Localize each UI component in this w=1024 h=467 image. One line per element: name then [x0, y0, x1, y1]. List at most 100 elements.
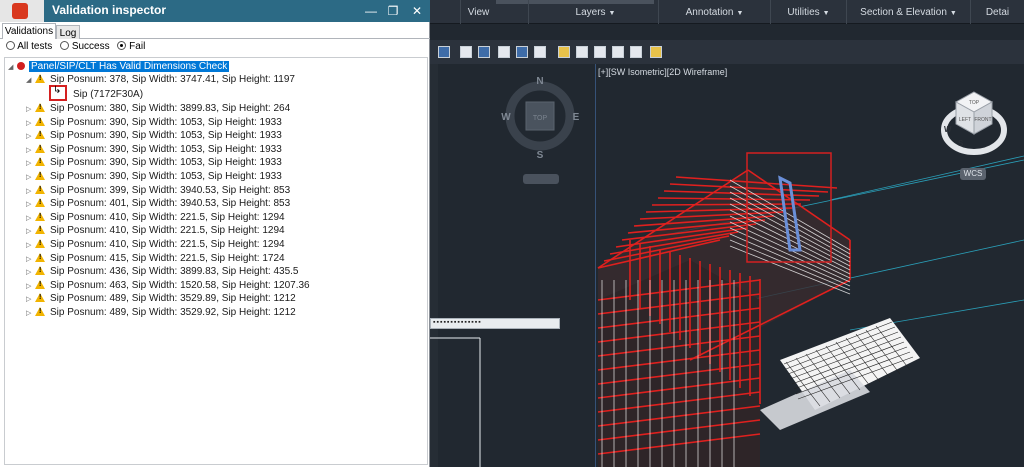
- expand-arrow-icon[interactable]: ▷: [26, 266, 35, 279]
- tree-item-label: Sip Posnum: 401, Sip Width: 3940.53, Sip…: [50, 198, 291, 210]
- tree-item-label: Sip Posnum: 436, Sip Width: 3899.83, Sip…: [50, 266, 299, 278]
- tree-item[interactable]: ▷ Sip Posnum: 489, Sip Width: 3529.89, Si…: [26, 292, 296, 305]
- warning-icon: [35, 143, 45, 153]
- compass-west: W: [501, 112, 511, 123]
- radio-selected-icon: [117, 41, 127, 50]
- viewcube-west: W: [944, 125, 952, 134]
- tree-item[interactable]: ▷ Sip Posnum: 415, Sip Width: 221.5, Sip …: [26, 252, 285, 265]
- warning-icon: [35, 252, 45, 262]
- tree-item[interactable]: ▷ Sip Posnum: 390, Sip Width: 1053, Sip H…: [26, 156, 282, 169]
- collapse-arrow-icon[interactable]: ◢: [26, 74, 35, 87]
- expand-arrow-icon[interactable]: ▷: [26, 253, 35, 266]
- expand-arrow-icon[interactable]: ▷: [26, 103, 35, 116]
- compass-north: N: [536, 76, 543, 87]
- tree-item[interactable]: ▷ Sip Posnum: 410, Sip Width: 221.5, Sip …: [26, 211, 285, 224]
- tab-validations[interactable]: Validations: [2, 23, 56, 39]
- tree-item[interactable]: ▷ Sip Posnum: 410, Sip Width: 221.5, Sip …: [26, 238, 285, 251]
- tree-item-label: Sip Posnum: 380, Sip Width: 3899.83, Sip…: [50, 103, 291, 114]
- tree-item[interactable]: ▷ Sip Posnum: 390, Sip Width: 1053, Sip H…: [26, 129, 282, 142]
- warning-icon: [35, 184, 45, 194]
- filter-fail[interactable]: Fail: [117, 41, 145, 52]
- close-button[interactable]: ✕: [406, 0, 428, 22]
- radio-icon: [60, 41, 70, 50]
- tree-item[interactable]: ▷ Sip Posnum: 390, Sip Width: 1053, Sip H…: [26, 143, 282, 156]
- expand-arrow-icon[interactable]: ▷: [26, 185, 35, 198]
- tree-item-label: Sip Posnum: 390, Sip Width: 1053, Sip He…: [50, 116, 282, 128]
- expand-arrow-icon[interactable]: ▷: [26, 157, 35, 170]
- warning-icon: [35, 211, 45, 221]
- warning-icon: [35, 157, 45, 167]
- title-bar[interactable]: Validation inspector — ❐ ✕: [0, 0, 430, 22]
- tree-item-label: Sip Posnum: 390, Sip Width: 1053, Sip He…: [50, 171, 282, 182]
- expand-arrow-icon[interactable]: ▷: [26, 171, 35, 184]
- restore-button[interactable]: ❐: [382, 0, 404, 22]
- tab-bar: Validations Log: [0, 22, 430, 39]
- tree-item-label: Sip Posnum: 390, Sip Width: 1053, Sip He…: [50, 130, 282, 142]
- tree-item-label: Sip Posnum: 390, Sip Width: 1053, Sip He…: [50, 157, 282, 169]
- tree-item[interactable]: ▷ Sip Posnum: 390, Sip Width: 1053, Sip H…: [26, 116, 282, 129]
- tree-item[interactable]: ▷ Sip Posnum: 399, Sip Width: 3940.53, Si…: [26, 184, 290, 197]
- warning-icon: [35, 198, 45, 208]
- tab-log[interactable]: Log: [56, 25, 80, 39]
- warning-icon: [35, 116, 45, 126]
- expand-arrow-icon[interactable]: ▷: [26, 280, 35, 293]
- warning-icon: [35, 307, 45, 316]
- viewcube-south: S: [958, 139, 964, 148]
- navigation-compass[interactable]: TOP N S W E: [500, 72, 580, 182]
- expand-arrow-icon[interactable]: ▷: [26, 293, 35, 306]
- expand-arrow-icon[interactable]: ▷: [26, 198, 35, 211]
- filter-success[interactable]: Success: [60, 41, 110, 52]
- tree-item[interactable]: ▷ Sip Posnum: 380, Sip Width: 3899.83, Si…: [26, 102, 290, 115]
- expand-arrow-icon[interactable]: ▷: [26, 130, 35, 143]
- collapse-arrow-icon[interactable]: ◢: [8, 61, 17, 74]
- tree-item-label: Sip Posnum: 415, Sip Width: 221.5, Sip H…: [50, 252, 285, 264]
- error-icon: [17, 62, 25, 70]
- minimize-button[interactable]: —: [360, 0, 382, 22]
- warning-icon: [35, 171, 45, 180]
- compass-south: S: [537, 150, 544, 161]
- tree-item[interactable]: ▷ Sip Posnum: 401, Sip Width: 3940.53, Si…: [26, 197, 290, 210]
- tree-root-label: Panel/SIP/CLT Has Valid Dimensions Check: [29, 61, 230, 72]
- tree-item[interactable]: ▷ Sip Posnum: 463, Sip Width: 1520.58, Si…: [26, 279, 310, 292]
- warning-icon: [35, 293, 45, 303]
- return-arrow-icon: ↳: [53, 85, 62, 96]
- warning-icon: [35, 266, 45, 276]
- select-object-button[interactable]: ↳: [49, 85, 67, 101]
- wcs-menu-button[interactable]: [523, 174, 559, 184]
- tree-item[interactable]: ▷ Sip Posnum: 436, Sip Width: 3899.83, Si…: [26, 265, 299, 278]
- viewcube[interactable]: TOP LEFT FRONT W S: [938, 84, 1018, 164]
- expand-arrow-icon[interactable]: ▷: [26, 225, 35, 238]
- app-logo-icon: [12, 3, 28, 19]
- tree-item-label: Sip Posnum: 489, Sip Width: 3529.92, Sip…: [50, 307, 296, 318]
- tree-item-label: Sip Posnum: 489, Sip Width: 3529.89, Sip…: [50, 293, 296, 305]
- tree-item-label: Sip Posnum: 463, Sip Width: 1520.58, Sip…: [50, 279, 310, 291]
- layout-tab-icons: ▪▪▪▪▪▪▪▪▪▪▪▪▪▪: [433, 319, 482, 326]
- viewcube-left: LEFT: [959, 117, 971, 123]
- expand-arrow-icon[interactable]: ▷: [26, 307, 35, 320]
- expand-arrow-icon[interactable]: ▷: [26, 117, 35, 130]
- wcs-menu-button[interactable]: WCS: [960, 168, 986, 180]
- validation-tree: ◢ Panel/SIP/CLT Has Valid Dimensions Chec…: [4, 57, 428, 465]
- tree-item-label: Sip Posnum: 410, Sip Width: 221.5, Sip H…: [50, 239, 285, 250]
- validation-inspector-window: Validation inspector — ❐ ✕ Validations L…: [0, 0, 430, 467]
- viewport-label[interactable]: [+][SW Isometric][2D Wireframe]: [598, 67, 727, 77]
- viewcube-top: TOP: [969, 100, 980, 106]
- warning-icon: [35, 239, 45, 248]
- tree-item-label: Sip Posnum: 399, Sip Width: 3940.53, Sip…: [50, 184, 291, 196]
- tree-item[interactable]: ▷ Sip Posnum: 390, Sip Width: 1053, Sip H…: [26, 170, 282, 183]
- expand-arrow-icon[interactable]: ▷: [26, 144, 35, 157]
- expand-arrow-icon[interactable]: ▷: [26, 212, 35, 225]
- tree-item-label: Sip Posnum: 410, Sip Width: 221.5, Sip H…: [50, 225, 285, 237]
- filter-all-tests[interactable]: All tests: [6, 41, 52, 52]
- tree-item[interactable]: ▷ Sip Posnum: 410, Sip Width: 221.5, Sip …: [26, 224, 285, 237]
- expand-arrow-icon[interactable]: ▷: [26, 239, 35, 252]
- viewcube-front: FRONT: [974, 117, 991, 123]
- tree-item[interactable]: ▷ Sip Posnum: 489, Sip Width: 3529.92, Si…: [26, 306, 296, 319]
- app-icon-area: [0, 0, 44, 22]
- warning-icon: [35, 130, 45, 140]
- layout-tabs-strip[interactable]: ▪▪▪▪▪▪▪▪▪▪▪▪▪▪: [430, 318, 560, 329]
- warning-icon: [35, 74, 45, 83]
- tree-root[interactable]: ◢ Panel/SIP/CLT Has Valid Dimensions Chec…: [8, 60, 230, 74]
- warning-icon: [35, 103, 45, 112]
- tree-child-sip[interactable]: Sip (7172F30A): [73, 88, 143, 101]
